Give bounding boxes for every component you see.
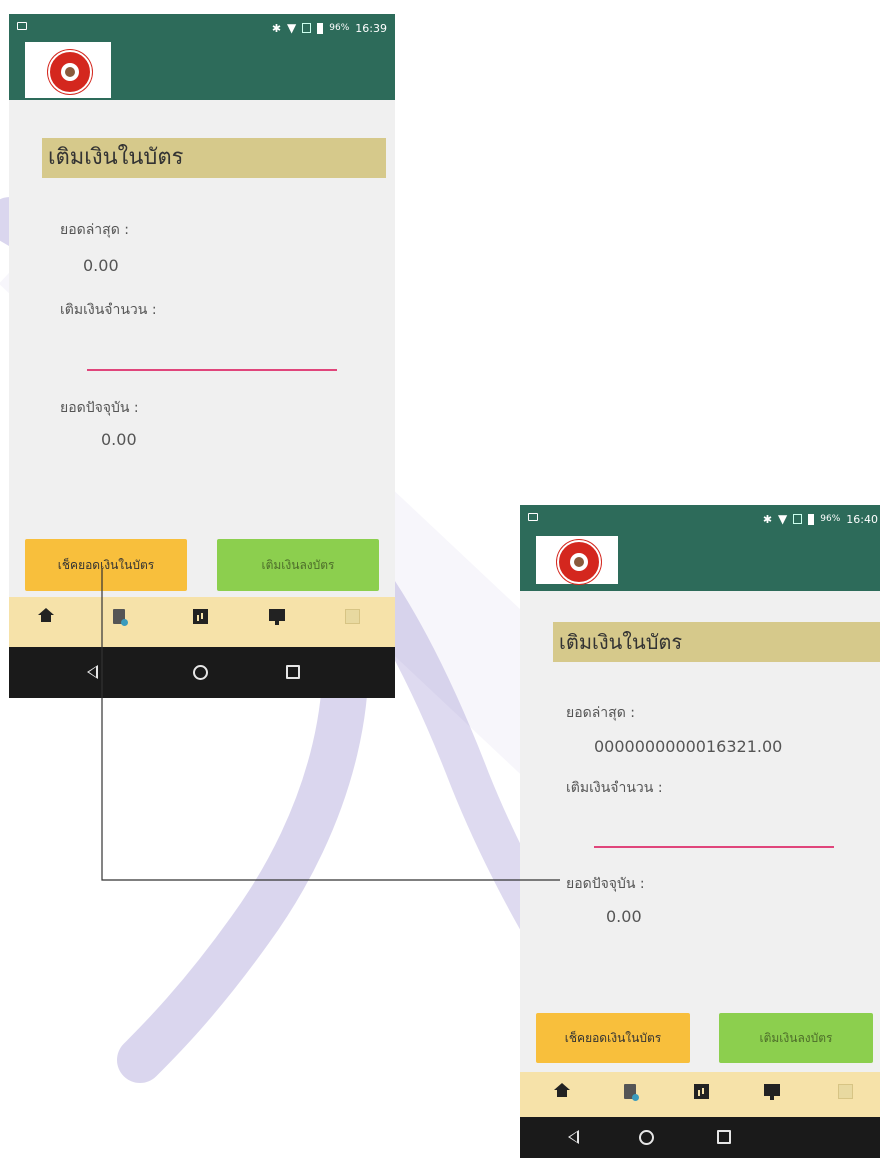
current-balance-label: ยอดปัจจุบัน :: [566, 876, 645, 892]
chart-icon[interactable]: [193, 609, 208, 624]
status-bar: ✱ ▼ 96% 16:39: [9, 14, 395, 42]
app-bar: [520, 533, 880, 591]
bluetooth-icon: ✱: [762, 512, 773, 526]
back-icon[interactable]: [568, 1130, 579, 1144]
home-circle-icon[interactable]: [639, 1130, 654, 1145]
bottom-nav: [9, 597, 395, 647]
chart-icon[interactable]: [694, 1084, 709, 1099]
app-bar: [9, 42, 395, 100]
topup-button[interactable]: เติมเงินลงบัตร: [719, 1013, 873, 1063]
battery-percent: 96%: [329, 23, 350, 33]
page-title: เติมเงินในบัตร: [553, 622, 880, 662]
recent-apps-icon[interactable]: [286, 665, 300, 679]
page-title: เติมเงินในบัตร: [42, 138, 386, 178]
back-icon[interactable]: [87, 665, 98, 679]
clock: 16:39: [355, 21, 387, 35]
topup-amount-underline: [594, 846, 834, 848]
sim-icon: [302, 23, 312, 33]
home-icon[interactable]: [38, 608, 54, 622]
wifi-icon: ▼: [778, 512, 788, 526]
last-balance-value: 0.00: [83, 256, 119, 275]
clock: 16:40: [846, 512, 878, 526]
phone-screen-1: ✱ ▼ 96% 16:39 เติมเงินในบัตร ยอดล่าสุด :…: [9, 14, 395, 698]
document-icon[interactable]: [624, 1084, 639, 1101]
current-balance-value: 0.00: [606, 907, 642, 926]
sim-icon: [793, 514, 803, 524]
screenshot-icon: [17, 22, 27, 30]
check-balance-button[interactable]: เช็คยอดเงินในบัตร: [536, 1013, 690, 1063]
document-icon[interactable]: [113, 609, 128, 626]
monitor-icon[interactable]: [764, 1084, 780, 1100]
last-balance-label: ยอดล่าสุด :: [566, 705, 635, 721]
wifi-icon: ▼: [287, 21, 297, 35]
topup-button[interactable]: เติมเงินลงบัตร: [217, 539, 379, 591]
bottom-nav: [520, 1072, 880, 1117]
system-nav-bar: [520, 1117, 880, 1158]
add-icon[interactable]: [345, 609, 360, 624]
battery-percent: 96%: [820, 514, 841, 524]
battery-icon: [808, 513, 815, 525]
bluetooth-icon: ✱: [271, 21, 282, 35]
monitor-icon[interactable]: [269, 609, 285, 625]
current-balance-value: 0.00: [101, 430, 137, 449]
screenshot-icon: [528, 513, 538, 521]
last-balance-value: 0000000000016321.00: [594, 737, 783, 756]
topup-amount-label: เติมเงินจำนวน :: [566, 780, 663, 796]
topup-amount-underline: [87, 369, 337, 371]
status-bar: ✱ ▼ 96% 16:40: [520, 505, 880, 533]
home-circle-icon[interactable]: [193, 665, 208, 680]
phone-screen-2: ✱ ▼ 96% 16:40 เติมเงินในบัตร ยอดล่าสุด :…: [520, 505, 880, 1158]
coffee-logo-icon: [557, 540, 601, 584]
topup-amount-input[interactable]: [594, 823, 834, 845]
last-balance-label: ยอดล่าสุด :: [60, 222, 129, 238]
app-logo: [536, 536, 618, 584]
battery-icon: [317, 22, 324, 34]
current-balance-label: ยอดปัจจุบัน :: [60, 400, 139, 416]
topup-amount-input[interactable]: [87, 344, 337, 368]
add-icon[interactable]: [838, 1084, 853, 1099]
home-icon[interactable]: [554, 1083, 570, 1097]
check-balance-button[interactable]: เช็คยอดเงินในบัตร: [25, 539, 187, 591]
system-nav-bar: [9, 647, 395, 698]
topup-amount-label: เติมเงินจำนวน :: [60, 302, 157, 318]
coffee-logo-icon: [48, 50, 92, 94]
app-logo: [25, 42, 111, 98]
recent-apps-icon[interactable]: [717, 1130, 731, 1144]
